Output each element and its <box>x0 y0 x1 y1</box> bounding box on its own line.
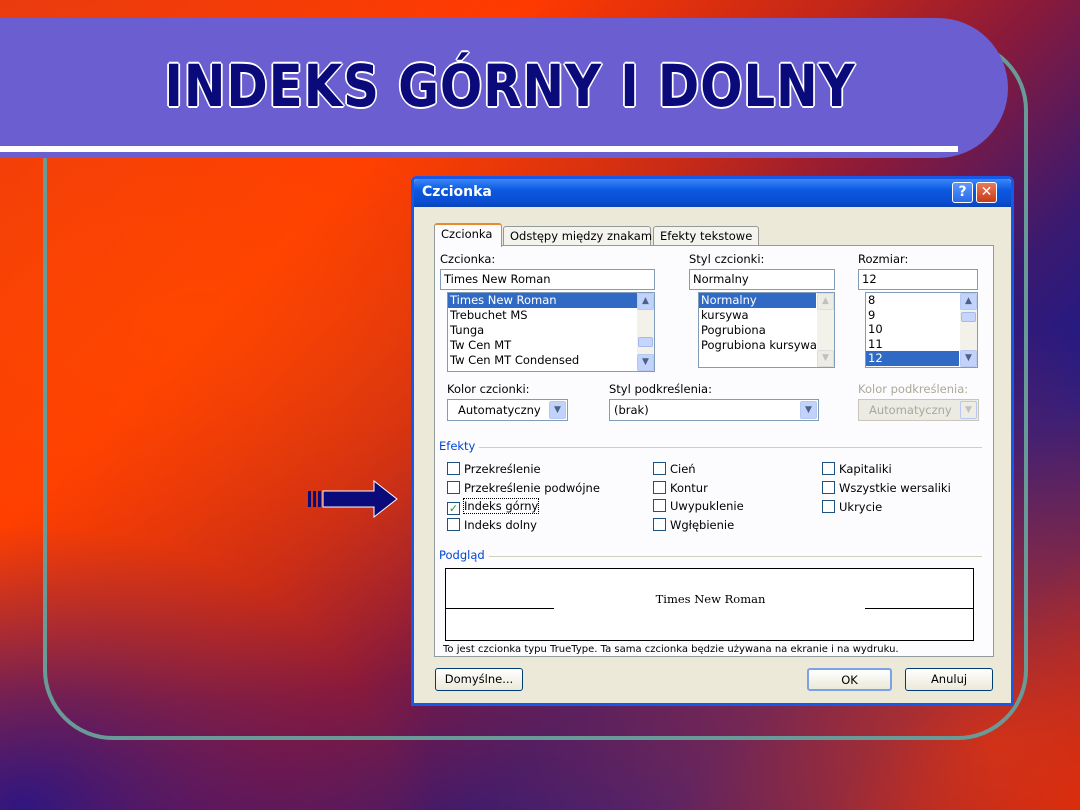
checkbox-box[interactable] <box>822 481 835 494</box>
font-list-item[interactable]: Tw Cen MT <box>448 338 654 353</box>
checkbox-box[interactable] <box>447 481 460 494</box>
title-underline <box>0 146 958 152</box>
underline-style-label: Styl podkreślenia: <box>609 382 712 396</box>
scroll-up-icon[interactable]: ▲ <box>960 293 977 310</box>
checkmark-icon[interactable]: ✓ <box>447 502 460 515</box>
all-caps-checkbox[interactable]: Wszystkie wersaliki <box>822 481 951 495</box>
preview-group-label: Podgląd <box>439 548 489 562</box>
scroll-thumb[interactable] <box>638 337 653 347</box>
emboss-checkbox[interactable]: Uwypuklenie <box>653 499 744 513</box>
close-button[interactable]: ✕ <box>976 182 997 203</box>
checkbox-box[interactable] <box>653 462 666 475</box>
slide-title: INDEKS GÓRNY I DOLNY <box>164 52 856 120</box>
style-list-item[interactable]: Pogrubiona <box>699 323 834 338</box>
checkbox-box[interactable] <box>653 499 666 512</box>
strikethrough-checkbox[interactable]: Przekreślenie <box>447 462 541 476</box>
scroll-up-icon[interactable]: ▲ <box>817 293 834 310</box>
checkbox-box[interactable] <box>822 500 835 513</box>
font-size-input[interactable]: 12 <box>858 269 978 290</box>
preview-text: Times New Roman <box>655 592 766 606</box>
preview-baseline-right <box>865 608 973 609</box>
small-caps-checkbox[interactable]: Kapitaliki <box>822 462 892 476</box>
pointer-arrow-icon <box>308 480 398 518</box>
preview-group-line <box>440 556 982 557</box>
font-color-value: Automatyczny <box>458 403 541 417</box>
tab-page-font: Czcionka: Times New Roman Times New Roma… <box>434 245 994 657</box>
font-style-list[interactable]: Normalny kursywa Pogrubiona Pogrubiona k… <box>698 292 835 368</box>
effects-group-label: Efekty <box>439 439 480 453</box>
font-list-scrollbar[interactable]: ▲ ▼ <box>637 293 654 371</box>
checkbox-box[interactable] <box>653 518 666 531</box>
tab-character-spacing[interactable]: Odstępy między znakami <box>503 226 655 246</box>
chevron-down-icon: ▼ <box>960 401 977 419</box>
font-list[interactable]: Times New Roman Trebuchet MS Tunga Tw Ce… <box>447 292 655 372</box>
style-list-item[interactable]: Pogrubiona kursywa <box>699 338 834 353</box>
style-label: Styl czcionki: <box>689 252 765 266</box>
preview-box: Times New Roman <box>445 568 974 641</box>
font-dialog: Czcionka ? ✕ Czcionka Odstępy między zna… <box>411 176 1014 706</box>
size-list-item[interactable]: 12 <box>866 351 959 366</box>
size-label: Rozmiar: <box>858 252 909 266</box>
style-list-item[interactable]: Normalny <box>699 293 816 308</box>
effects-group-line <box>440 447 982 448</box>
font-list-item[interactable]: Trebuchet MS <box>448 308 654 323</box>
checkbox-box[interactable] <box>447 518 460 531</box>
truetype-note: To jest czcionka typu TrueType. Ta sama … <box>443 644 899 655</box>
superscript-checkbox[interactable]: ✓ Indeks górny <box>447 498 540 515</box>
subscript-checkbox[interactable]: Indeks dolny <box>447 518 537 532</box>
font-name-input[interactable]: Times New Roman <box>440 269 655 290</box>
scroll-thumb[interactable] <box>961 312 976 322</box>
scroll-down-icon[interactable]: ▼ <box>637 354 654 371</box>
font-size-list[interactable]: 8 9 10 11 12 ▲ ▼ <box>865 292 978 368</box>
scroll-up-icon[interactable]: ▲ <box>637 293 654 310</box>
preview-baseline-left <box>446 608 554 609</box>
underline-style-dropdown[interactable]: (brak) ▼ <box>609 399 819 421</box>
underline-color-dropdown: Automatyczny ▼ <box>858 399 979 421</box>
size-list-scrollbar[interactable]: ▲ ▼ <box>960 293 977 367</box>
underline-color-label: Kolor podkreślenia: <box>858 382 969 396</box>
scroll-down-icon[interactable]: ▼ <box>817 350 834 367</box>
font-color-label: Kolor czcionki: <box>447 382 530 396</box>
slide-background: INDEKS GÓRNY I DOLNY Czcionka ? ✕ Czcion… <box>0 0 1080 810</box>
tab-text-effects[interactable]: Efekty tekstowe <box>653 226 759 246</box>
cancel-button[interactable]: Anuluj <box>905 668 993 691</box>
chevron-down-icon[interactable]: ▼ <box>549 401 566 419</box>
ok-button[interactable]: OK <box>807 668 892 691</box>
tab-font[interactable]: Czcionka <box>434 223 502 247</box>
font-label: Czcionka: <box>440 252 496 266</box>
font-style-input[interactable]: Normalny <box>689 269 835 290</box>
chevron-down-icon[interactable]: ▼ <box>800 401 817 419</box>
font-list-item[interactable]: Times New Roman <box>448 293 654 308</box>
underline-color-value: Automatyczny <box>869 403 952 417</box>
help-button[interactable]: ? <box>952 182 973 203</box>
dialog-title: Czcionka <box>422 184 492 200</box>
double-strikethrough-checkbox[interactable]: Przekreślenie podwójne <box>447 481 600 495</box>
shadow-checkbox[interactable]: Cień <box>653 462 696 476</box>
hidden-checkbox[interactable]: Ukrycie <box>822 500 882 514</box>
default-button[interactable]: Domyślne... <box>435 668 523 691</box>
outline-checkbox[interactable]: Kontur <box>653 481 708 495</box>
style-list-item[interactable]: kursywa <box>699 308 834 323</box>
checkbox-box[interactable] <box>653 481 666 494</box>
style-list-scrollbar[interactable]: ▲ ▼ <box>817 293 834 367</box>
engrave-checkbox[interactable]: Wgłębienie <box>653 518 734 532</box>
font-list-item[interactable]: Tunga <box>448 323 654 338</box>
checkbox-box[interactable] <box>447 462 460 475</box>
scroll-down-icon[interactable]: ▼ <box>960 350 977 367</box>
dialog-titlebar: Czcionka ? ✕ <box>414 179 1011 207</box>
font-list-item[interactable]: Tw Cen MT Condensed <box>448 353 654 368</box>
underline-style-value: (brak) <box>614 403 649 417</box>
font-color-dropdown[interactable]: Automatyczny ▼ <box>447 399 568 421</box>
checkbox-box[interactable] <box>822 462 835 475</box>
